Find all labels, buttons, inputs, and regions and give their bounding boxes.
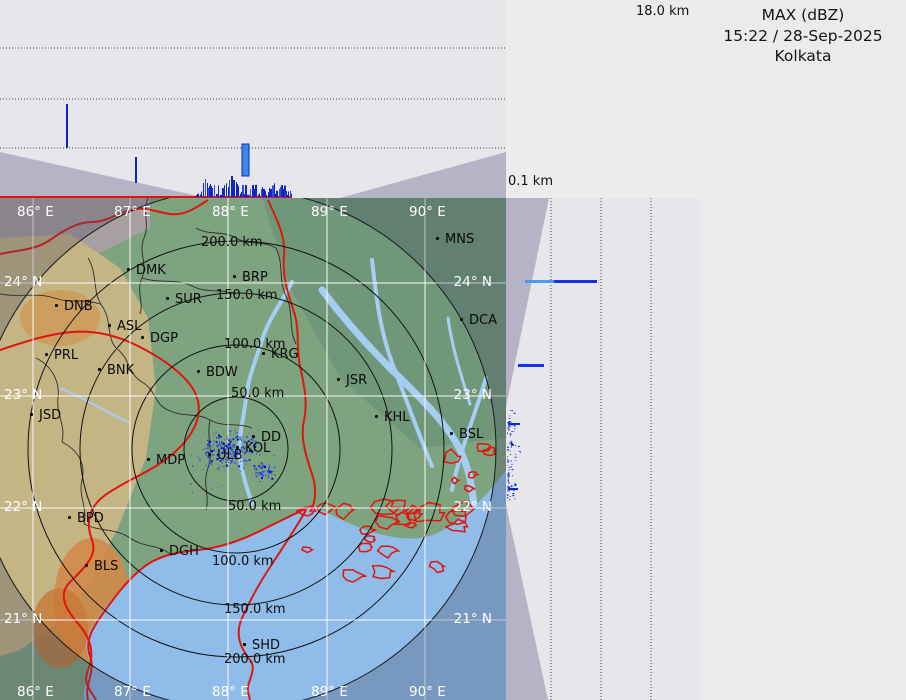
right-profile-plot: [506, 198, 652, 700]
station-dot: [55, 304, 58, 307]
lon-label-bottom: 88° E: [212, 684, 249, 700]
top-profile-plot: [0, 47, 506, 198]
station-dot: [436, 237, 439, 240]
scan-datetime: 15:22 / 28-Sep-2025: [723, 27, 883, 45]
station-dot: [68, 516, 71, 519]
lon-label-bottom: 89° E: [311, 684, 348, 700]
station-label-khl: KHL: [384, 410, 410, 425]
lon-label-top: 88° E: [212, 204, 249, 220]
out-of-range-wedge: [506, 198, 549, 407]
station-dot: [252, 435, 255, 438]
station-dot: [45, 353, 48, 356]
lon-label-top: 89° E: [311, 204, 348, 220]
station-label-krg: KRG: [271, 347, 299, 362]
station-dot: [30, 413, 33, 416]
station-dot: [85, 564, 88, 567]
lon-label-top: 87° E: [114, 204, 151, 220]
radar-display-window: 18.0 km 0.1 km 86° E 86° E 87° E 87° E 8…: [0, 0, 906, 700]
range-ring-label: 150.0 km: [216, 288, 278, 303]
station-label-bnk: BNK: [107, 363, 135, 378]
lon-label-top: 90° E: [409, 204, 446, 220]
profile-axis-corner: 18.0 km 0.1 km: [506, 0, 700, 198]
lat-label-left: 23° N: [4, 387, 43, 403]
station-dot: [197, 370, 200, 373]
station-label-bdw: BDW: [206, 365, 238, 380]
lon-label-bottom: 90° E: [409, 684, 446, 700]
station-label-bls: BLS: [94, 559, 119, 574]
station-dot: [233, 275, 236, 278]
station-label-sur: SUR: [175, 292, 202, 307]
station-dot: [337, 378, 340, 381]
station-dot: [108, 324, 111, 327]
lon-label-bottom: 87° E: [114, 684, 151, 700]
station-dot: [375, 415, 378, 418]
station-dot: [262, 352, 265, 355]
station-dot: [450, 432, 453, 435]
station-label-brp: BRP: [242, 270, 268, 285]
profile-min-height-label: 0.1 km: [508, 174, 553, 189]
lat-label-right: 24° N: [453, 274, 492, 290]
range-ring-label: 150.0 km: [224, 602, 286, 617]
station-label-dmk: DMK: [136, 263, 166, 278]
out-of-range-wedge: [0, 152, 207, 198]
station-label-asl: ASL: [117, 319, 142, 334]
station-dot: [166, 297, 169, 300]
station-label-dgh: DGH: [169, 544, 199, 559]
out-of-range-wedge: [506, 505, 548, 700]
product-title: MAX (dBZ): [761, 6, 845, 24]
station-dot: [141, 336, 144, 339]
range-ring-label: 100.0 km: [212, 554, 274, 569]
station-label-mdp: MDP: [156, 453, 186, 468]
lat-label-right: 23° N: [453, 387, 492, 403]
top-height-profile-panel: [0, 0, 506, 198]
station-dot: [147, 458, 150, 461]
range-ring-label: 50.0 km: [231, 386, 285, 401]
legend-panel: MAX (dBZ) 15:22 / 28-Sep-2025 Kolkata 60…: [700, 0, 906, 700]
station-label-jsd: JSD: [39, 408, 62, 423]
lat-label-left: 22° N: [4, 499, 43, 515]
lat-label-right: 22° N: [453, 499, 492, 515]
station-dot: [208, 453, 211, 456]
lat-label-right: 21° N: [453, 611, 492, 627]
lon-label-top: 86° E: [17, 204, 54, 220]
range-ring-label: 200.0 km: [224, 652, 286, 667]
station-label-mns: MNS: [445, 232, 475, 247]
station-label-dca: DCA: [469, 313, 497, 328]
station-label-bsl: BSL: [459, 427, 484, 442]
right-height-profile-panel: [506, 198, 700, 700]
station-label-prl: PRL: [54, 348, 79, 363]
station-label-bpd: BPD: [77, 511, 104, 526]
station-label-shd: SHD: [252, 638, 281, 653]
station-dot: [127, 268, 130, 271]
station-dot: [243, 643, 246, 646]
station-label-kol: KOL: [245, 441, 271, 456]
station-label-jsr: JSR: [346, 373, 368, 388]
out-of-range-wedge: [340, 152, 506, 198]
lon-label-bottom: 86° E: [17, 684, 54, 700]
lat-label-left: 24° N: [4, 274, 43, 290]
station-dot: [160, 549, 163, 552]
station-label-ulb: ULB: [217, 448, 243, 463]
station-label-dnb: DNB: [64, 299, 93, 314]
range-ring-label: 200.0 km: [201, 235, 263, 250]
radar-map: 86° E 86° E 87° E 87° E 88° E 88° E 89° E 89° E…: [0, 198, 506, 700]
profile-max-height-label: 18.0 km: [636, 4, 690, 19]
range-ring-label: 50.0 km: [228, 499, 282, 514]
station-name: Kolkata: [774, 47, 832, 65]
station-label-dgp: DGP: [150, 331, 178, 346]
station-dot: [460, 318, 463, 321]
lat-label-left: 21° N: [4, 611, 43, 627]
station-dot: [98, 368, 101, 371]
